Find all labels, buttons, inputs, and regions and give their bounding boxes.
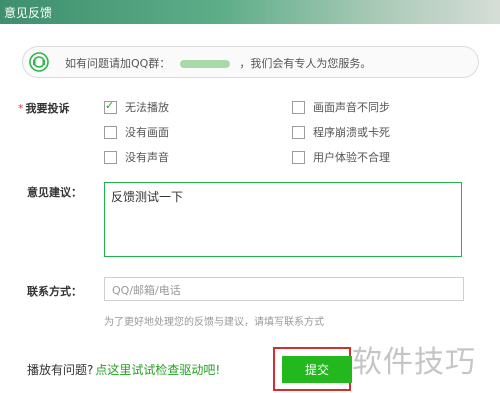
complaint-label: * 我要投诉 — [18, 100, 70, 116]
info-text-before: 如有问题请加QQ群： — [65, 57, 171, 70]
complaint-label-text: 我要投诉 — [25, 102, 70, 115]
window-title: 意见反馈 — [4, 6, 53, 20]
checkbox-crash[interactable]: 程序崩溃或卡死 — [292, 124, 390, 140]
checkbox-box[interactable] — [292, 125, 305, 139]
checkbox-label: 用户体验不合理 — [313, 151, 390, 164]
contact-hint: 为了更好地处理您的反馈与建议，请填写联系方式 — [104, 317, 324, 328]
checkbox-no-video[interactable]: 没有画面 — [104, 124, 169, 140]
qq-group-number-redacted — [179, 60, 230, 68]
footer-question-row: 播放有问题? 点这里试试检查驱动吧! — [27, 361, 220, 378]
checkbox-label: 程序崩溃或卡死 — [313, 126, 390, 139]
support-headset-icon — [29, 52, 49, 72]
checkbox-label: 无法播放 — [125, 101, 169, 114]
suggestion-textarea[interactable]: 反馈测试一下 — [104, 182, 462, 257]
check-driver-link[interactable]: 点这里试试检查驱动吧! — [95, 363, 220, 377]
required-mark: * — [18, 102, 24, 115]
checkbox-label: 没有画面 — [125, 126, 169, 139]
checkbox-no-audio[interactable]: 没有声音 — [104, 149, 169, 165]
title-bar: 意见反馈 — [0, 0, 500, 24]
submit-button[interactable]: 提交 — [282, 356, 352, 383]
checkbox-no-playback[interactable]: 无法播放 — [104, 99, 169, 115]
checkbox-label: 没有声音 — [125, 151, 169, 164]
checkbox-box[interactable] — [292, 100, 305, 114]
info-text: 如有问题请加QQ群： ，我们会有专人为您服务。 — [65, 55, 371, 71]
contact-label: 联系方式： — [27, 285, 82, 298]
checkbox-bad-ux[interactable]: 用户体验不合理 — [292, 149, 390, 165]
checkbox-box[interactable] — [292, 150, 305, 164]
info-text-after: ，我们会有专人为您服务。 — [239, 57, 372, 70]
checkbox-box[interactable] — [104, 150, 117, 164]
checkbox-av-desync[interactable]: 画面声音不同步 — [292, 99, 390, 115]
watermark: 软件技巧 — [352, 345, 476, 380]
checkbox-box[interactable] — [104, 99, 117, 114]
contact-input[interactable]: QQ/邮箱/电话 — [104, 277, 464, 301]
suggestion-label: 意见建议： — [27, 186, 82, 199]
checkbox-box[interactable] — [104, 125, 117, 139]
info-banner: 如有问题请加QQ群： ，我们会有专人为您服务。 — [22, 46, 479, 78]
checkbox-label: 画面声音不同步 — [313, 101, 390, 114]
footer-question: 播放有问题? — [27, 363, 94, 377]
